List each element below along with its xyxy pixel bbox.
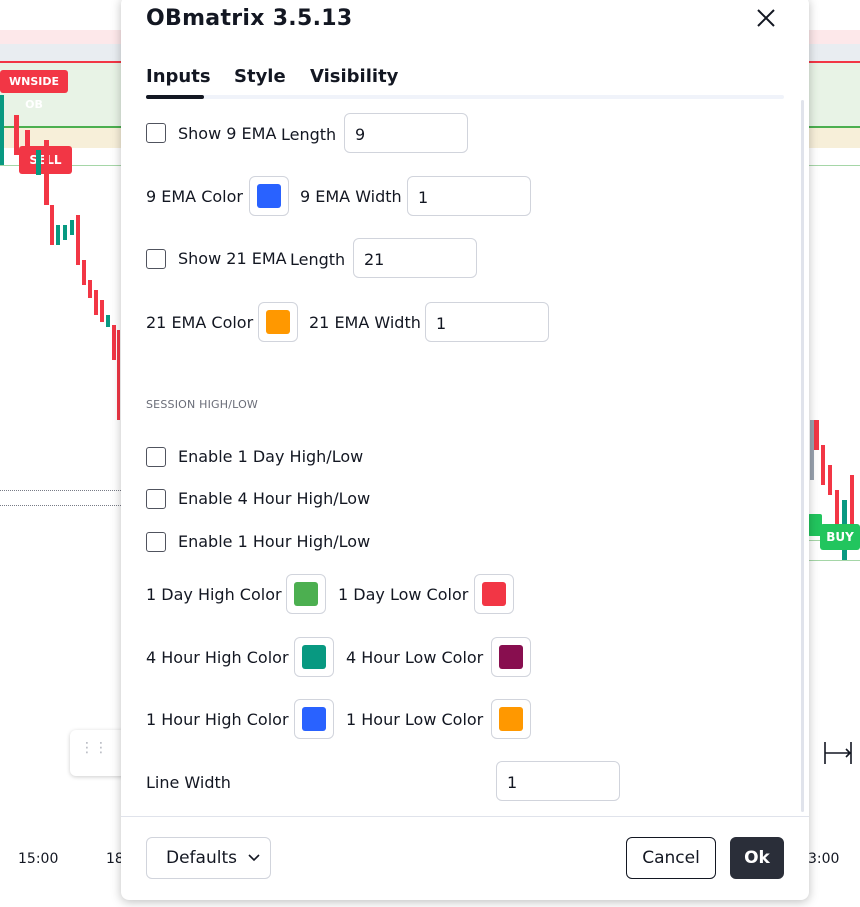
h1-high-color-swatch[interactable] [294, 699, 334, 739]
ema9-color-fill [257, 184, 281, 208]
day-high-color-label: 1 Day High Color [146, 585, 282, 604]
candle [0, 95, 4, 165]
candle [70, 220, 74, 235]
h1-low-color-swatch[interactable] [491, 699, 531, 739]
day-low-color-fill [482, 582, 506, 606]
tab-indicator-active [146, 95, 204, 99]
dotted-line [0, 490, 125, 491]
h4-low-color-swatch[interactable] [491, 637, 531, 677]
show-9-ema-label: Show 9 EMA [178, 124, 277, 143]
ema21-length-input[interactable]: 21 [353, 238, 477, 278]
candle [63, 225, 67, 240]
show-21-ema-label: Show 21 EMA [178, 249, 287, 268]
ema9-length-input[interactable]: 9 [344, 113, 468, 153]
x-axis-label: 3:00 [808, 851, 840, 867]
buy-marker [808, 514, 822, 536]
h1-low-color-label: 1 Hour Low Color [346, 710, 484, 729]
candle [828, 465, 832, 495]
enable-1-day-checkbox[interactable] [146, 447, 166, 467]
thin-green-line [808, 560, 860, 561]
close-icon[interactable] [754, 6, 778, 30]
h4-high-color-swatch[interactable] [294, 637, 334, 677]
candle [106, 315, 110, 327]
candle [44, 140, 49, 205]
h4-low-color-label: 4 Hour Low Color [346, 648, 484, 667]
candle [76, 215, 80, 265]
show-9-ema-checkbox[interactable] [146, 123, 166, 143]
candle [88, 280, 92, 298]
show-21-ema-checkbox[interactable] [146, 249, 166, 269]
settings-dialog: OBmatrix 3.5.13 Inputs Style Visibility … [121, 0, 809, 900]
candle [821, 445, 825, 485]
length-label: Length [281, 125, 337, 144]
measure-icon[interactable] [822, 740, 854, 766]
candle [25, 130, 30, 160]
length-label: Length [290, 250, 346, 269]
candle [117, 330, 120, 420]
enable-4-hour-checkbox[interactable] [146, 489, 166, 509]
candle [56, 225, 60, 245]
enable-1-day-label: Enable 1 Day High/Low [178, 447, 364, 466]
candle [94, 290, 98, 315]
ema9-color-swatch[interactable] [249, 176, 289, 216]
enable-1-hour-checkbox[interactable] [146, 532, 166, 552]
ema9-color-label: 9 EMA Color [146, 187, 243, 206]
day-high-color-fill [294, 582, 318, 606]
ema21-width-input[interactable]: 1 [425, 302, 549, 342]
day-low-color-label: 1 Day Low Color [338, 585, 469, 604]
h4-low-color-fill [499, 645, 523, 669]
day-low-color-swatch[interactable] [474, 574, 514, 614]
dotted-line [0, 505, 125, 506]
ema21-width-label: 21 EMA Width [309, 313, 421, 332]
candle [814, 420, 819, 450]
h1-high-color-label: 1 Hour High Color [146, 710, 289, 729]
ok-button[interactable]: Ok [730, 837, 784, 879]
ema9-width-input[interactable]: 1 [407, 176, 531, 216]
day-high-color-swatch[interactable] [286, 574, 326, 614]
dialog-title: OBmatrix 3.5.13 [146, 6, 353, 31]
section-header-session: SESSION HIGH/LOW [146, 398, 259, 411]
drag-handle-icon[interactable]: ⋮⋮ [80, 741, 108, 755]
cancel-button[interactable]: Cancel [626, 837, 716, 879]
ema9-width-label: 9 EMA Width [300, 187, 402, 206]
ema21-color-fill [266, 310, 290, 334]
h1-high-color-fill [302, 707, 326, 731]
line-width-label: Line Width [146, 773, 231, 792]
tab-visibility[interactable]: Visibility [310, 66, 398, 87]
candle [36, 150, 41, 175]
defaults-dropdown[interactable]: Defaults [146, 837, 271, 879]
chevron-down-icon [247, 838, 261, 893]
candle [14, 115, 19, 155]
candle [112, 325, 116, 360]
candle [82, 260, 86, 285]
inputs-panel: Show 9 EMA Length 9 9 EMA Color 9 EMA Wi… [121, 100, 809, 816]
x-axis-label: 15:00 [18, 851, 59, 867]
h1-low-color-fill [499, 707, 523, 731]
buy-label: BUY [820, 524, 860, 550]
scrollbar[interactable] [801, 100, 804, 812]
line-width-input[interactable]: 1 [496, 761, 620, 801]
h4-high-color-label: 4 Hour High Color [146, 648, 289, 667]
tab-style[interactable]: Style [234, 66, 286, 87]
h4-high-color-fill [302, 645, 326, 669]
defaults-label: Defaults [166, 848, 237, 868]
ema21-color-swatch[interactable] [258, 302, 298, 342]
ema21-color-label: 21 EMA Color [146, 313, 254, 332]
enable-4-hour-label: Enable 4 Hour High/Low [178, 489, 371, 508]
tab-inputs[interactable]: Inputs [146, 66, 211, 87]
candle [50, 205, 54, 245]
ob-label: WNSIDE OB [0, 70, 68, 111]
candle [100, 300, 104, 322]
footer-divider [121, 816, 809, 817]
tab-indicator-track [146, 95, 784, 99]
enable-1-hour-label: Enable 1 Hour High/Low [178, 532, 371, 551]
